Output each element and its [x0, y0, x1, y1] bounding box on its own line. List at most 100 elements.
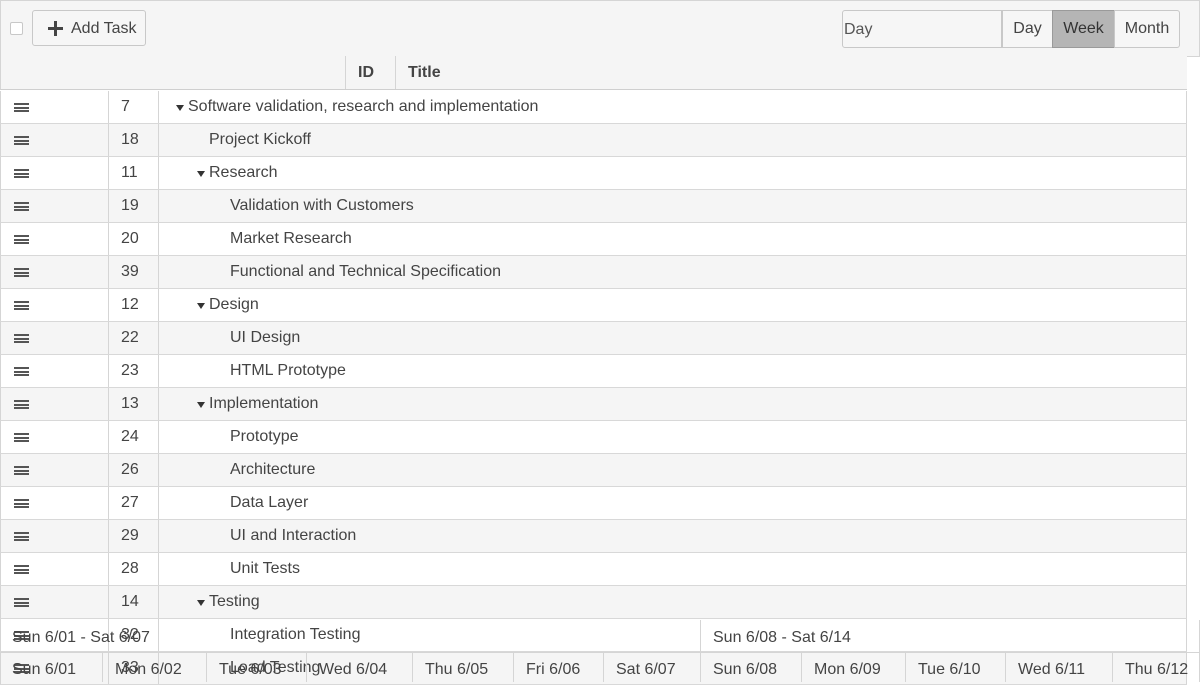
drag-handle-icon[interactable]	[14, 136, 29, 145]
timeline-day-label: Sun 6/01	[12, 661, 77, 678]
timeline-day: Mon 6/09	[802, 653, 906, 682]
expand-caret-icon[interactable]	[197, 303, 205, 309]
drag-handle-icon[interactable]	[14, 268, 29, 277]
drag-cell[interactable]	[1, 454, 108, 486]
drag-handle-icon[interactable]	[14, 400, 29, 409]
timeline-day-label: Thu 6/05	[425, 661, 489, 678]
drag-cell[interactable]	[1, 421, 108, 453]
drag-cell[interactable]	[1, 223, 108, 255]
expand-caret-icon[interactable]	[197, 171, 205, 177]
task-row[interactable]: 19 Validation with Customers	[0, 190, 1187, 223]
timeline-day: Sun 6/01	[0, 653, 103, 682]
timeline-header: Sun 6/01 - Sat 6/07 Sun 6/08 - Sat 6/14 Su…	[0, 620, 1200, 682]
timeline-week-label: Sun 6/08 - Sat 6/14	[713, 629, 851, 646]
timeline-week: Sun 6/01 - Sat 6/07	[0, 620, 701, 653]
title-cell: Architecture	[158, 454, 1186, 486]
drag-handle-icon[interactable]	[14, 169, 29, 178]
id-cell: 26	[108, 454, 159, 486]
drag-handle-icon[interactable]	[14, 235, 29, 244]
drag-handle-icon[interactable]	[14, 301, 29, 310]
id-cell: 27	[108, 487, 159, 519]
task-id: 12	[121, 296, 139, 313]
drag-cell[interactable]	[1, 355, 108, 387]
task-row[interactable]: 13 Implementation	[0, 388, 1187, 421]
task-title: Project Kickoff	[209, 131, 311, 148]
task-row[interactable]: 20 Market Research	[0, 223, 1187, 256]
task-row[interactable]: 23 HTML Prototype	[0, 355, 1187, 388]
drag-handle-icon[interactable]	[14, 367, 29, 376]
task-row[interactable]: 12 Design	[0, 289, 1187, 322]
timeline-day-label: Tue 6/10	[918, 661, 981, 678]
drag-handle-icon[interactable]	[14, 532, 29, 541]
id-cell: 39	[108, 256, 159, 288]
title-cell: Design	[158, 289, 1186, 321]
drag-cell[interactable]	[1, 190, 108, 222]
timeline-day: Wed 6/04	[307, 653, 413, 682]
drag-cell[interactable]	[1, 289, 108, 321]
task-id: 13	[121, 395, 139, 412]
view-select[interactable]: Day	[842, 10, 1002, 48]
drag-cell[interactable]	[1, 322, 108, 354]
task-id: 11	[121, 164, 138, 181]
task-title: Implementation	[209, 395, 319, 412]
expand-caret-icon[interactable]	[197, 600, 205, 606]
task-id: 18	[121, 131, 139, 148]
add-task-button[interactable]: Add Task	[32, 10, 146, 46]
task-id: 28	[121, 560, 139, 577]
drag-cell[interactable]	[1, 256, 108, 288]
task-row[interactable]: 28 Unit Tests	[0, 553, 1187, 586]
task-row[interactable]: 26 Architecture	[0, 454, 1187, 487]
view-select-value: Day	[844, 21, 873, 38]
drag-handle-icon[interactable]	[14, 334, 29, 343]
task-title: Testing	[209, 593, 260, 610]
task-row[interactable]: 39 Functional and Technical Specification	[0, 256, 1187, 289]
drag-cell[interactable]	[1, 520, 108, 552]
task-row[interactable]: 11 Research	[0, 157, 1187, 190]
id-column-header[interactable]: ID	[345, 56, 396, 89]
task-row[interactable]: 29 UI and Interaction	[0, 520, 1187, 553]
drag-handle-icon[interactable]	[14, 598, 29, 607]
drag-handle-icon[interactable]	[14, 202, 29, 211]
view-week-button[interactable]: Week	[1052, 10, 1115, 48]
title-cell: Validation with Customers	[158, 190, 1186, 222]
task-row[interactable]: 14 Testing	[0, 586, 1187, 619]
task-row[interactable]: 18 Project Kickoff	[0, 124, 1187, 157]
expand-caret-icon[interactable]	[176, 105, 184, 111]
task-row[interactable]: 7 Software validation, research and imple…	[0, 91, 1187, 124]
task-title: Validation with Customers	[230, 197, 414, 214]
view-day-button[interactable]: Day	[1002, 10, 1053, 48]
drag-cell[interactable]	[1, 91, 108, 123]
title-cell: Functional and Technical Specification	[158, 256, 1186, 288]
grid-header: ID Title	[0, 56, 1187, 90]
task-row[interactable]: 24 Prototype	[0, 421, 1187, 454]
drag-handle-icon[interactable]	[14, 466, 29, 475]
task-id: 7	[121, 98, 130, 115]
title-column-header[interactable]: Title	[395, 56, 1188, 89]
task-row[interactable]: 27 Data Layer	[0, 487, 1187, 520]
drag-handle-icon[interactable]	[14, 433, 29, 442]
drag-handle-icon[interactable]	[14, 565, 29, 574]
drag-cell[interactable]	[1, 388, 108, 420]
task-title: UI and Interaction	[230, 527, 357, 544]
timeline-week-label: Sun 6/01 - Sat 6/07	[12, 629, 150, 646]
drag-cell[interactable]	[1, 487, 108, 519]
task-row[interactable]: 22 UI Design	[0, 322, 1187, 355]
title-cell: Research	[158, 157, 1186, 189]
drag-cell[interactable]	[1, 586, 108, 618]
select-all-checkbox[interactable]	[10, 22, 23, 35]
drag-cell[interactable]	[1, 553, 108, 585]
drag-handle-icon[interactable]	[14, 103, 29, 112]
drag-cell[interactable]	[1, 157, 108, 189]
task-title: HTML Prototype	[230, 362, 346, 379]
title-cell: Unit Tests	[158, 553, 1186, 585]
task-id: 29	[121, 527, 139, 544]
timeline-day-label: Mon 6/09	[814, 661, 881, 678]
drag-cell[interactable]	[1, 124, 108, 156]
plus-icon	[47, 20, 63, 36]
timeline-day: Wed 6/11	[1006, 653, 1113, 682]
drag-handle-icon[interactable]	[14, 499, 29, 508]
expand-caret-icon[interactable]	[197, 402, 205, 408]
id-column-label: ID	[358, 64, 374, 81]
view-month-button[interactable]: Month	[1114, 10, 1180, 48]
task-id: 23	[121, 362, 139, 379]
